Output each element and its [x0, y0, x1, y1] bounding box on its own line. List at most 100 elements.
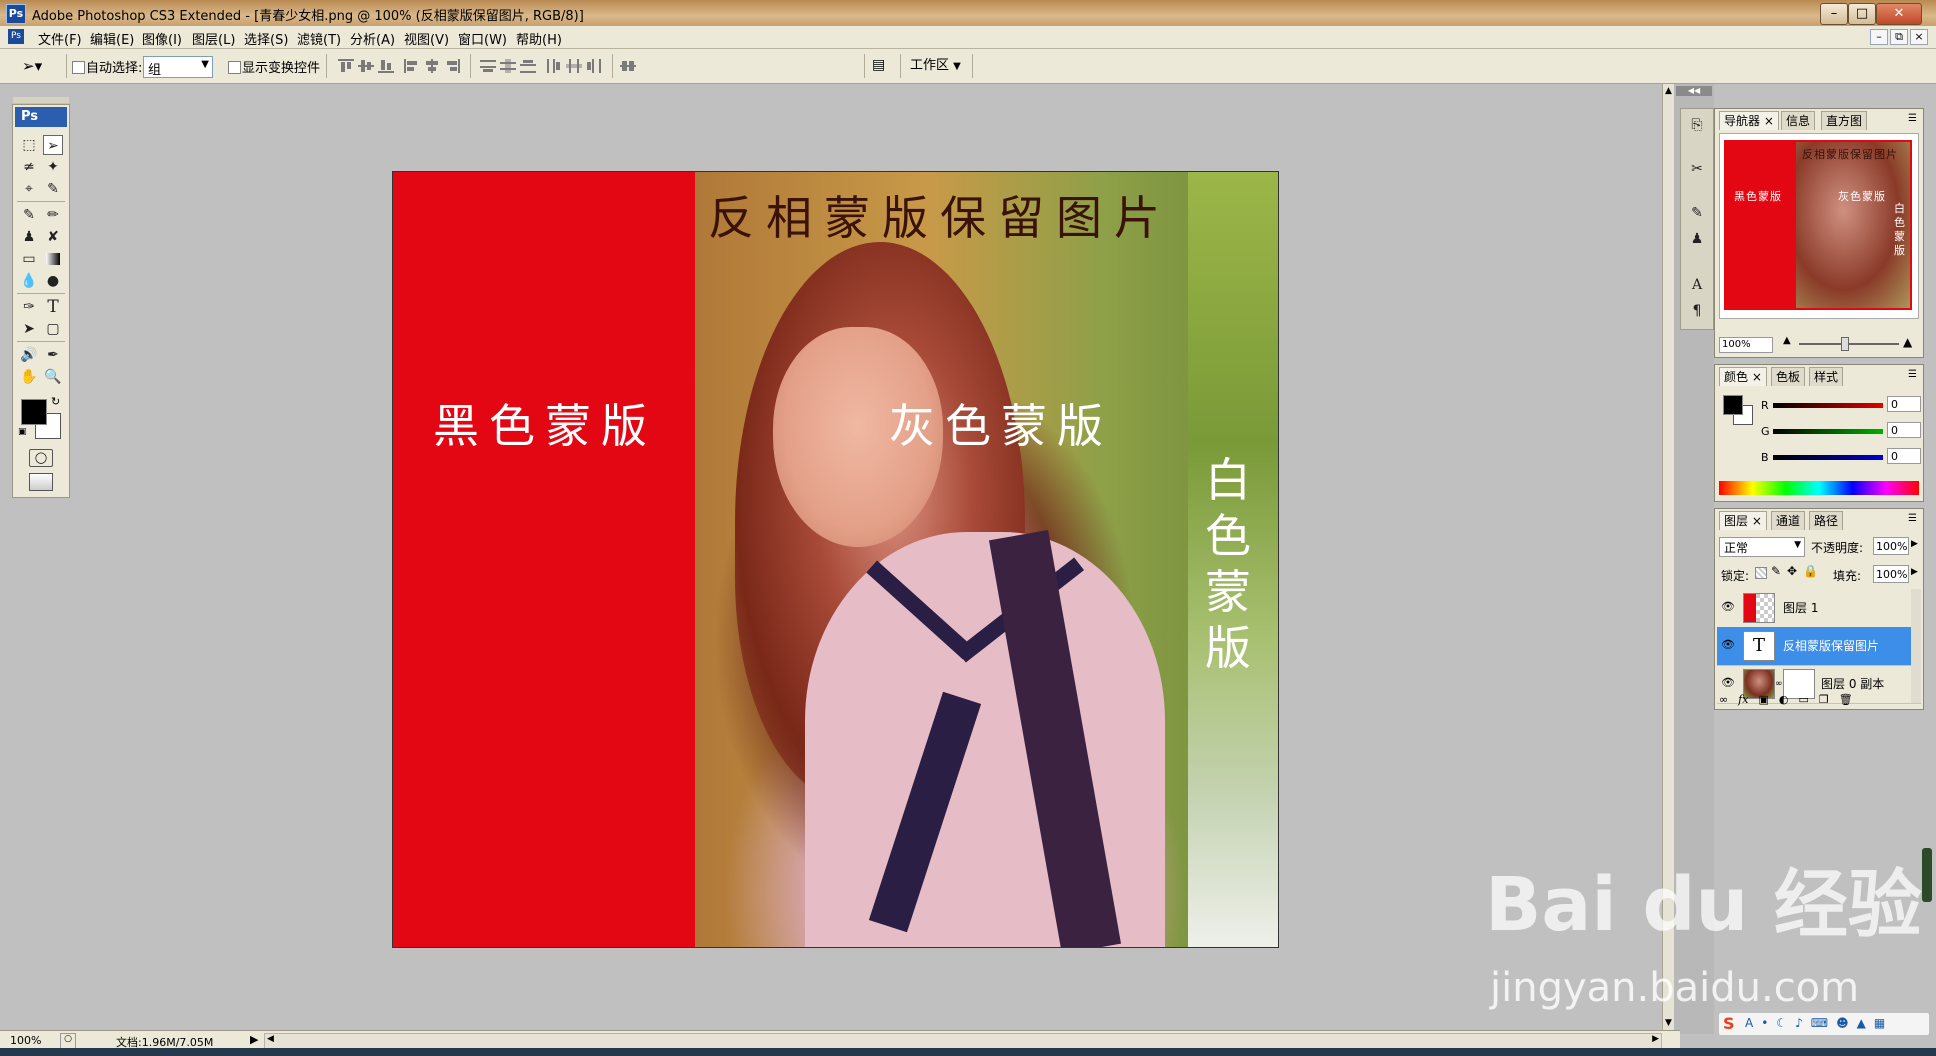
blend-mode-dropdown[interactable]: 正常 ▼: [1719, 537, 1805, 557]
side-scroll-thumb[interactable]: [1922, 848, 1932, 902]
menu-edit[interactable]: 编辑(E): [90, 29, 134, 48]
screen-mode-icon[interactable]: [29, 473, 53, 491]
align-top-icon[interactable]: [338, 59, 354, 73]
ime-buttons[interactable]: A • ☾ ♪ ⌨ ☻ ▲ ▦: [1745, 1016, 1885, 1030]
maximize-button[interactable]: □: [1848, 3, 1876, 25]
scroll-left-icon[interactable]: ◀: [267, 1034, 274, 1044]
doc-restore-button[interactable]: ⧉: [1890, 29, 1908, 45]
magic-wand-icon[interactable]: ✦: [43, 157, 63, 177]
pen-icon[interactable]: ✑: [19, 297, 39, 317]
move-icon[interactable]: ➢: [43, 135, 63, 155]
quick-mask-icon[interactable]: ◯: [29, 449, 53, 467]
tab-histogram[interactable]: 直方图: [1821, 111, 1868, 130]
chevron-right-icon[interactable]: ▶: [1911, 567, 1918, 577]
fill-input[interactable]: 100%: [1873, 565, 1909, 583]
new-layer-icon[interactable]: ❐: [1819, 693, 1829, 707]
navigator-zoom-input[interactable]: 100%: [1719, 337, 1773, 353]
visibility-eye-icon[interactable]: 👁: [1721, 677, 1735, 689]
healing-brush-icon[interactable]: ✎: [19, 205, 39, 225]
distribute-right-icon[interactable]: [586, 59, 602, 73]
navigator-preview[interactable]: 反相蒙版保留图片 黑色蒙版 灰色蒙版 白 色 蒙 版: [1719, 133, 1919, 319]
menu-analysis[interactable]: 分析(A): [350, 29, 395, 48]
crop-icon[interactable]: ⌖: [19, 179, 39, 199]
link-layers-icon[interactable]: ∞: [1719, 693, 1728, 707]
distribute-left-icon[interactable]: [546, 59, 562, 73]
toolbox-grip[interactable]: [13, 97, 69, 103]
menu-file[interactable]: 文件(F): [38, 29, 82, 48]
layer-row-selected[interactable]: 👁 T 反相蒙版保留图片: [1717, 627, 1921, 666]
align-hcenter-icon[interactable]: [424, 59, 440, 73]
tab-paths[interactable]: 路径: [1809, 511, 1844, 530]
tab-color[interactable]: 颜色 ×: [1719, 367, 1767, 386]
foreground-color-chip[interactable]: [1723, 395, 1743, 415]
tab-navigator[interactable]: 导航器 ×: [1719, 111, 1779, 130]
menu-select[interactable]: 选择(S): [244, 29, 288, 48]
zoom-in-icon[interactable]: ▲: [1903, 335, 1912, 349]
status-info-icon[interactable]: ○: [60, 1033, 76, 1049]
red-slider[interactable]: [1773, 403, 1883, 408]
notes-icon[interactable]: 🔊: [19, 345, 39, 365]
tab-info[interactable]: 信息: [1781, 111, 1816, 130]
color-ramp[interactable]: [1719, 481, 1919, 495]
status-menu-arrow-icon[interactable]: ▶: [250, 1033, 258, 1046]
sogou-icon[interactable]: S: [1723, 1014, 1735, 1033]
align-right-icon[interactable]: [444, 59, 460, 73]
add-mask-icon[interactable]: ▣: [1758, 693, 1768, 707]
document-canvas[interactable]: 反相蒙版保留图片 黑色蒙版 灰色蒙版 白 色 蒙 版: [392, 171, 1279, 948]
scroll-up-icon[interactable]: ▲: [1665, 86, 1672, 96]
palette-well-icon[interactable]: ▤: [872, 57, 894, 75]
lasso-icon[interactable]: ≄: [19, 157, 39, 177]
layer-name[interactable]: 图层 1: [1783, 599, 1818, 616]
minimize-button[interactable]: –: [1820, 3, 1848, 25]
clone-stamp-icon[interactable]: ♟: [19, 227, 39, 247]
panel-menu-icon[interactable]: ☰: [1908, 513, 1917, 524]
menu-help[interactable]: 帮助(H): [516, 29, 562, 48]
panel-menu-icon[interactable]: ☰: [1908, 369, 1917, 380]
zoom-slider-handle[interactable]: [1841, 337, 1849, 351]
auto-select-checkbox[interactable]: [72, 61, 85, 74]
workspace-menu[interactable]: 工作区 ▼: [910, 56, 961, 76]
zoom-out-icon[interactable]: ▲: [1783, 335, 1791, 346]
layer-style-icon[interactable]: fx: [1738, 693, 1748, 707]
path-select-icon[interactable]: ➤: [19, 319, 39, 339]
status-zoom[interactable]: 100%: [10, 1034, 41, 1047]
menu-image[interactable]: 图像(I): [142, 29, 182, 48]
visibility-eye-icon[interactable]: 👁: [1721, 639, 1735, 651]
document-icon[interactable]: Ps: [8, 29, 24, 44]
green-slider[interactable]: [1773, 429, 1883, 434]
foreground-color-swatch[interactable]: [21, 399, 47, 425]
hand-icon[interactable]: ✋: [19, 367, 39, 387]
align-vcenter-icon[interactable]: [358, 59, 374, 73]
layer-name[interactable]: 图层 0 副本: [1821, 675, 1884, 692]
eyedropper-icon[interactable]: ✒: [43, 345, 63, 365]
blur-icon[interactable]: 💧: [19, 271, 39, 291]
close-icon[interactable]: ×: [1752, 370, 1762, 384]
layers-scrollbar[interactable]: [1911, 589, 1921, 703]
blue-value-input[interactable]: 0: [1887, 448, 1921, 464]
tab-styles[interactable]: 样式: [1809, 367, 1844, 386]
auto-select-dropdown[interactable]: 组 ▼: [143, 56, 213, 78]
marquee-icon[interactable]: ⬚: [19, 135, 39, 155]
brush-icon[interactable]: ✏: [43, 205, 63, 225]
eraser-icon[interactable]: ▭: [19, 249, 39, 269]
align-left-icon[interactable]: [404, 59, 420, 73]
layer-name[interactable]: 反相蒙版保留图片: [1783, 637, 1879, 654]
layer-row[interactable]: 👁 图层 1: [1717, 589, 1921, 628]
doc-minimize-button[interactable]: –: [1870, 29, 1888, 45]
chevron-right-icon[interactable]: ▶: [1911, 539, 1918, 549]
menu-filter[interactable]: 滤镜(T): [297, 29, 341, 48]
character-panel-icon[interactable]: A: [1687, 275, 1707, 295]
collapse-dock-icon[interactable]: ◀◀: [1676, 86, 1712, 96]
tab-channels[interactable]: 通道: [1771, 511, 1806, 530]
distribute-top-icon[interactable]: [480, 59, 496, 73]
horizontal-scrollbar[interactable]: ◀ ▶: [264, 1033, 1662, 1049]
gradient-icon[interactable]: [43, 249, 63, 269]
clone-source-icon[interactable]: ♟: [1687, 229, 1707, 249]
tool-presets-icon[interactable]: ✂: [1687, 159, 1707, 179]
lock-transparency-icon[interactable]: [1755, 567, 1767, 579]
paragraph-panel-icon[interactable]: ¶: [1687, 301, 1707, 321]
auto-align-layers-icon[interactable]: [620, 59, 636, 73]
scroll-right-icon[interactable]: ▶: [1652, 1034, 1659, 1044]
default-colors-icon[interactable]: ▣: [18, 427, 27, 437]
lock-all-icon[interactable]: 🔒: [1803, 564, 1818, 578]
